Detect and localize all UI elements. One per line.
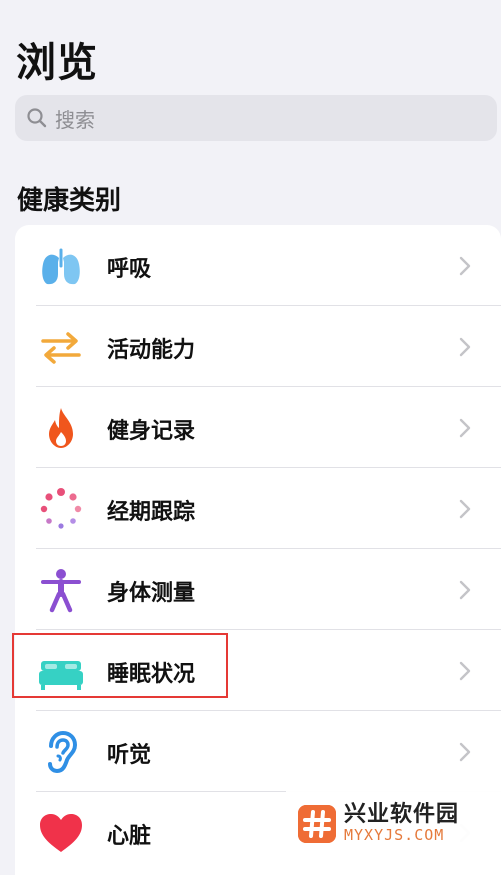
category-label: 听觉 bbox=[107, 743, 152, 768]
page-title: 浏览 bbox=[16, 40, 98, 86]
watermark-subtitle: MYXYJS.COM bbox=[344, 826, 445, 845]
flame-icon bbox=[49, 408, 73, 448]
category-item-body-measurements[interactable]: 身体测量 bbox=[15, 549, 501, 630]
chevron-right-icon bbox=[459, 499, 471, 519]
lungs-icon bbox=[42, 248, 80, 285]
search-bar[interactable]: 搜索 bbox=[15, 95, 497, 141]
watermark: 兴业软件园 MYXYJS.COM bbox=[286, 790, 501, 857]
category-label: 活动能力 bbox=[107, 338, 196, 363]
category-label: 健身记录 bbox=[107, 419, 196, 444]
chevron-right-icon bbox=[459, 580, 471, 600]
category-item-cycle-tracking[interactable]: 经期跟踪 bbox=[15, 468, 501, 549]
category-item-fitness[interactable]: 健身记录 bbox=[15, 387, 501, 468]
heart-icon bbox=[40, 814, 82, 852]
category-label: 呼吸 bbox=[107, 257, 152, 282]
search-input[interactable]: 搜索 bbox=[55, 104, 95, 133]
watermark-title: 兴业软件园 bbox=[344, 802, 460, 828]
ear-icon bbox=[48, 730, 78, 774]
highlight-annotation bbox=[12, 633, 228, 698]
dots-circle-icon bbox=[40, 488, 82, 529]
category-label: 经期跟踪 bbox=[107, 500, 196, 525]
chevron-right-icon bbox=[459, 256, 471, 276]
section-title: 健康类别 bbox=[17, 186, 122, 216]
chevron-right-icon bbox=[459, 418, 471, 438]
category-item-hearing[interactable]: 听觉 bbox=[15, 711, 501, 792]
chevron-right-icon bbox=[459, 742, 471, 762]
person-icon bbox=[41, 569, 81, 613]
category-item-mobility[interactable]: 活动能力 bbox=[15, 306, 501, 387]
hash-logo-icon bbox=[298, 804, 336, 843]
chevron-right-icon bbox=[459, 661, 471, 681]
category-label: 身体测量 bbox=[107, 581, 196, 606]
chevron-right-icon bbox=[459, 337, 471, 357]
category-item-respiratory[interactable]: 呼吸 bbox=[15, 225, 501, 306]
arrows-icon bbox=[41, 332, 81, 364]
category-list: 呼吸 活动能力 健身记录 经期跟踪 身体测量 睡眠状况 听觉 心脏 bbox=[15, 225, 501, 875]
category-label: 心脏 bbox=[107, 824, 152, 849]
search-icon bbox=[27, 108, 47, 128]
